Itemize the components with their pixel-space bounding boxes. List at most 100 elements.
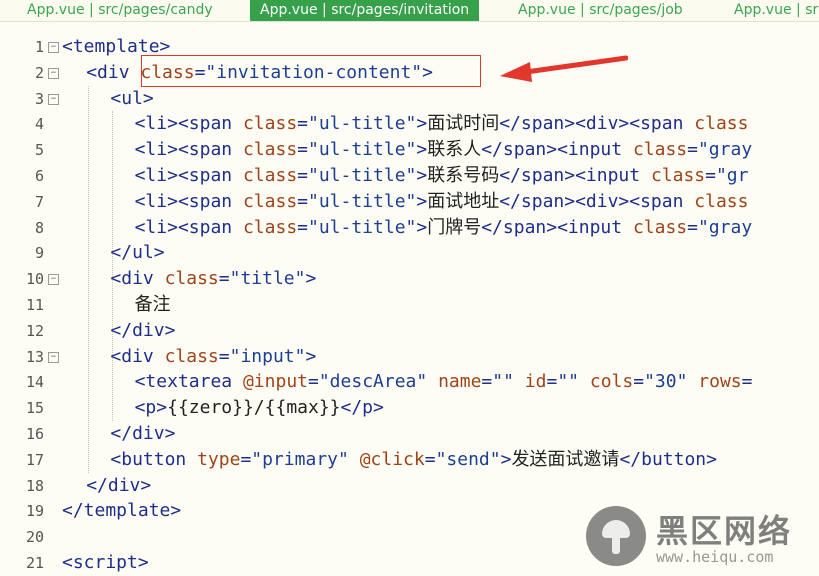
line-number: 9 — [34, 244, 44, 263]
code-token: </span><div><span — [499, 113, 695, 135]
fold-toggle-icon[interactable]: − — [48, 67, 59, 79]
fold-toggle-icon[interactable]: − — [48, 42, 59, 53]
code-token: </span><div><span — [499, 190, 695, 212]
code-token: = — [687, 216, 698, 238]
code-text: <li><span class="ul-title">面试时间</span><d… — [135, 111, 749, 137]
code-token: = — [297, 190, 308, 212]
code-token: = — [297, 113, 308, 135]
code-token: > — [500, 448, 512, 470]
code-token: <button — [110, 448, 198, 470]
code-line: 9 </ul> — [0, 240, 819, 266]
code-token: > — [305, 268, 317, 290]
code-token: "title" — [229, 268, 306, 290]
code-token: "input" — [229, 345, 306, 367]
code-line: 3− <ul> — [0, 86, 819, 112]
code-token: = — [633, 371, 645, 393]
tab-src[interactable]: App.vue | sr — [734, 0, 818, 21]
code-line: 11 备注 — [0, 292, 819, 318]
code-token: class — [242, 113, 298, 135]
code-token: <li><span — [134, 190, 243, 212]
fold-toggle-icon[interactable]: − — [48, 93, 59, 105]
code-token: = — [240, 448, 252, 470]
tab-invitation[interactable]: App.vue | src/pages/invitation — [250, 0, 480, 21]
highlight-box — [141, 55, 481, 87]
code-token: {{zero}}/{{max}} — [167, 397, 341, 419]
code-token: type — [197, 448, 241, 470]
line-number: 21 — [25, 554, 44, 572]
code-token: "descArea" — [318, 371, 428, 393]
code-token: @input — [242, 371, 308, 393]
line-number: 3 — [34, 89, 44, 108]
code-token: 门牌号 — [427, 216, 482, 238]
code-token: = — [481, 371, 493, 393]
tab-job[interactable]: App.vue | src/pages/job — [518, 0, 683, 21]
fold-toggle-icon[interactable]: − — [48, 351, 59, 363]
fold-toggle-icon[interactable]: − — [48, 274, 59, 286]
line-number: 17 — [25, 450, 44, 469]
code-token: "gr — [715, 165, 749, 186]
code-token: = — [297, 165, 308, 186]
code-token: "ul-title" — [308, 216, 417, 238]
code-token: class — [242, 165, 298, 186]
watermark-url: www.heiqu.com — [656, 548, 774, 566]
line-number: 4 — [34, 115, 44, 134]
code-line: 8 <li><span class="ul-title">门牌号</span><i… — [0, 215, 819, 241]
code-token: </ul> — [110, 242, 165, 264]
code-token: rows — [698, 371, 742, 393]
code-token: <p> — [134, 397, 168, 419]
code-token: @click — [359, 448, 425, 470]
code-token: class — [242, 216, 298, 238]
code-token: <li><span — [134, 139, 243, 161]
code-token: = — [308, 371, 319, 393]
code-text: <button type="primary" @click="send">发送面… — [110, 447, 717, 473]
line-number: 14 — [25, 373, 44, 392]
watermark-title: 黑区网络 — [656, 512, 793, 550]
code-token: "ul-title" — [308, 165, 417, 186]
code-text: </div> — [110, 318, 175, 344]
code-token: "gray — [697, 139, 753, 161]
code-token: class — [650, 165, 706, 186]
code-text: <li><span class="ul-title">联系人</span><in… — [135, 137, 753, 163]
code-line: 15 <p>{{zero}}/{{max}}</p> — [0, 395, 819, 421]
code-text: 备注 — [135, 292, 171, 318]
line-number: 16 — [25, 425, 44, 443]
line-number: 13 — [25, 347, 44, 366]
code-token: class — [632, 216, 688, 238]
code-token: = — [218, 268, 230, 290]
code-token: > — [416, 139, 428, 161]
code-token: </div> — [86, 474, 152, 496]
line-number: 15 — [25, 399, 44, 418]
code-line: 6 <li><span class="ul-title">联系号码</span><… — [0, 163, 819, 189]
code-token: 备注 — [134, 294, 171, 315]
code-token: name — [438, 371, 482, 393]
code-token: </template> — [62, 500, 182, 522]
code-text: <div class="title"> — [110, 266, 316, 292]
line-number: 19 — [25, 502, 44, 521]
code-line: 17 <button type="primary" @click="send">发… — [0, 447, 819, 473]
code-token: </div> — [110, 319, 176, 341]
code-token: 面试时间 — [427, 113, 500, 135]
code-token: > — [416, 216, 428, 238]
code-token: "ul-title" — [308, 113, 417, 135]
tab-candy[interactable]: App.vue | src/pages/candy — [27, 0, 213, 21]
code-token: <ul> — [110, 87, 154, 109]
code-token: = — [741, 371, 753, 393]
code-token: "ul-title" — [308, 139, 417, 161]
code-token: </button> — [619, 448, 717, 470]
code-line: 5 <li><span class="ul-title">联系人</span><i… — [0, 137, 819, 163]
code-token: <li><span — [134, 216, 243, 238]
code-token: <div — [86, 61, 141, 83]
code-token: = — [297, 216, 308, 238]
line-number: 10 — [25, 270, 44, 289]
code-token: <li><span — [134, 165, 243, 186]
code-token: <li><span — [134, 113, 243, 135]
code-editor[interactable]: 1− <template> 2− <div class="invitation-con… — [0, 21, 819, 574]
code-token: </span><input — [481, 139, 633, 161]
code-token: = — [705, 165, 716, 186]
code-token: </p> — [340, 397, 384, 419]
